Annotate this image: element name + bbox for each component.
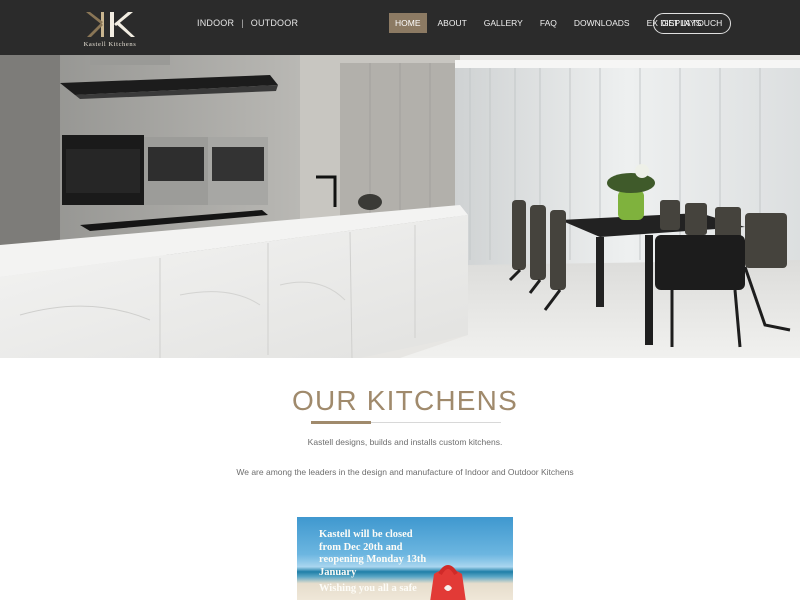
logo-monogram-icon: [86, 12, 135, 37]
notice-line: reopening Monday 13th: [319, 554, 427, 565]
nav-about[interactable]: ABOUT: [432, 13, 473, 33]
notice-line: January: [319, 566, 357, 578]
title-divider-accent: [311, 421, 371, 424]
site-header: Kastell Kitchens INDOOR | OUTDOOR HOME ABO…: [0, 0, 800, 55]
kitchen-interior-photo: [0, 55, 800, 358]
notice-line: Kastell will be closed: [319, 529, 413, 540]
page-title: OUR KITCHENS: [292, 385, 518, 416]
nav-home[interactable]: HOME: [389, 13, 427, 33]
holiday-notice-banner: Kastell will be closed from Dec 20th and…: [297, 517, 513, 600]
intro-text-2: We are among the leaders in the design a…: [236, 467, 574, 477]
beach-bag-icon: [430, 565, 466, 600]
notice-text: Kastell will be closed from Dec 20th and…: [319, 529, 439, 596]
nav-gallery[interactable]: GALLERY: [478, 13, 529, 33]
subnav-separator: |: [241, 18, 244, 28]
subnav-outdoor[interactable]: OUTDOOR: [251, 18, 298, 28]
nav-downloads[interactable]: DOWNLOADS: [568, 13, 636, 33]
subnav-indoor[interactable]: INDOOR: [197, 18, 234, 28]
intro-text-1: Kastell designs, builds and installs cus…: [307, 437, 503, 447]
category-subnav: INDOOR | OUTDOOR: [197, 18, 298, 28]
notice-line: Wishing you all a safe: [319, 583, 417, 594]
notice-line: from Dec 20th and: [319, 541, 403, 553]
get-in-touch-button[interactable]: GET IN TOUCH: [653, 13, 731, 34]
kastell-logo[interactable]: Kastell Kitchens: [78, 8, 142, 52]
nav-faq[interactable]: FAQ: [534, 13, 563, 33]
logo-text: Kastell Kitchens: [83, 41, 137, 48]
hero-image: [0, 55, 800, 358]
